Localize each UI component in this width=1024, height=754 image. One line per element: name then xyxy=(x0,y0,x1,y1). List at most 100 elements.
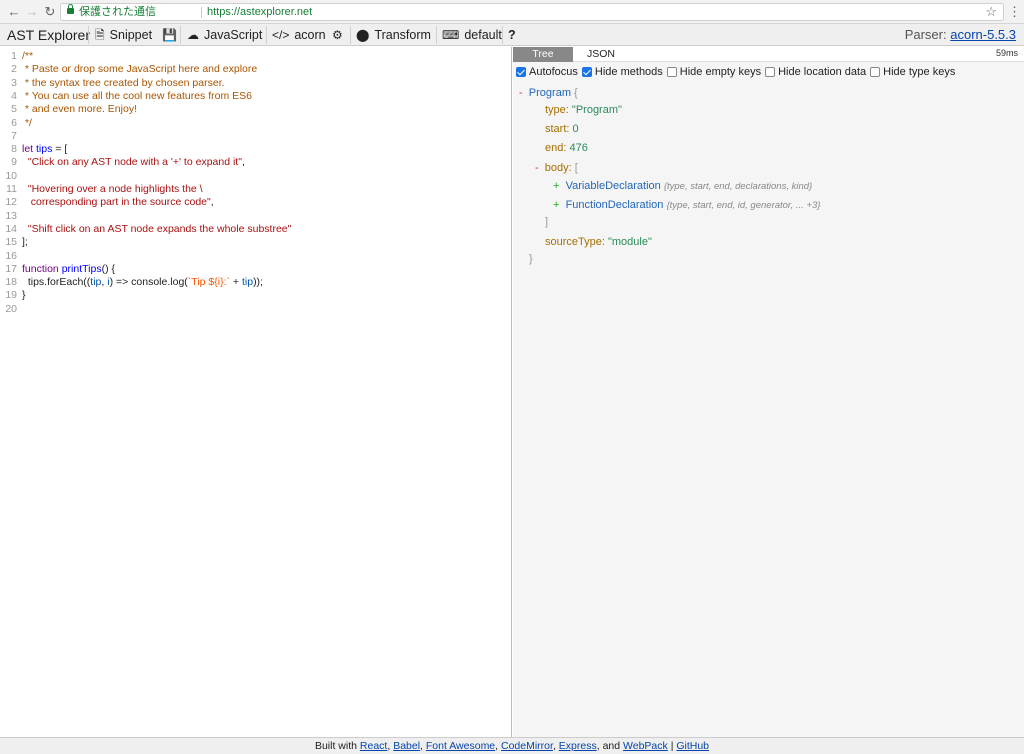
hide-location-data-checkbox[interactable] xyxy=(765,67,776,77)
browser-menu-icon[interactable]: ⋮ xyxy=(1008,4,1021,20)
tree-node-variable-declaration[interactable]: + VariableDeclaration {type, start, end,… xyxy=(553,179,812,193)
line-number: 2 xyxy=(11,63,17,76)
code-line[interactable]: 18 tips.forEach((tip, i) => console.log(… xyxy=(0,276,511,289)
code-text[interactable]: } xyxy=(22,289,26,302)
language-button[interactable]: ☁ JavaScript xyxy=(183,24,266,46)
footer-link-react[interactable]: React xyxy=(360,740,387,752)
parser-button[interactable]: </> acorn xyxy=(268,24,330,46)
forward-arrow-icon[interactable]: → xyxy=(24,4,40,20)
parser-settings-button[interactable]: ⚙ xyxy=(328,24,347,46)
code-line[interactable]: 9 "Click on any AST node with a '+' to e… xyxy=(0,156,511,169)
code-text[interactable]: * the syntax tree created by chosen pars… xyxy=(22,77,225,90)
line-number: 15 xyxy=(5,236,17,249)
code-line[interactable]: 17 function printTips() { xyxy=(0,263,511,276)
code-editor[interactable]: 1/** 2 * Paste or drop some JavaScript he… xyxy=(0,47,512,737)
back-arrow-icon[interactable]: ← xyxy=(6,4,22,20)
node-summary: {type, start, end, id, generator, ... +3… xyxy=(666,200,821,211)
code-line[interactable]: 2 * Paste or drop some JavaScript here a… xyxy=(0,63,511,76)
hide-type-keys-label: Hide type keys xyxy=(883,66,956,78)
code-line[interactable]: 13 xyxy=(0,210,511,223)
code-line[interactable]: 10 xyxy=(0,169,511,183)
code-text[interactable]: * and even more. Enjoy! xyxy=(22,103,137,116)
code-line[interactable]: 20 xyxy=(0,303,511,316)
close-bracket-text: ] xyxy=(545,216,549,228)
option-hide-location-data[interactable]: Hide location data xyxy=(765,66,866,78)
code-line[interactable]: 5 * and even more. Enjoy! xyxy=(0,103,511,116)
code-text[interactable]: ]; xyxy=(22,236,28,249)
footer-link-font-awesome[interactable]: Font Awesome xyxy=(426,740,495,752)
option-hide-empty-keys[interactable]: Hide empty keys xyxy=(666,66,761,78)
code-text[interactable]: function printTips() { xyxy=(22,263,115,276)
prop-value: "Program" xyxy=(571,104,622,116)
code-line[interactable]: 15]; xyxy=(0,236,511,249)
code-line[interactable]: 16 xyxy=(0,250,511,263)
tree-prop-body[interactable]: - body: [ xyxy=(535,161,578,175)
option-autofocus[interactable]: Autofocus xyxy=(516,66,578,78)
node-name[interactable]: Program xyxy=(529,87,571,99)
line-number: 9 xyxy=(11,156,17,169)
line-number: 10 xyxy=(5,169,17,182)
code-line[interactable]: 7 xyxy=(0,130,511,143)
code-line[interactable]: 11 "Hovering over a node highlights the … xyxy=(0,183,511,196)
footer-link-webpack[interactable]: WebPack xyxy=(623,740,668,752)
code-line[interactable]: 3 * the syntax tree created by chosen pa… xyxy=(0,77,511,90)
node-name[interactable]: FunctionDeclaration xyxy=(566,199,664,211)
footer-link-github[interactable]: GitHub xyxy=(676,740,709,752)
collapse-toggle[interactable]: - xyxy=(519,87,523,99)
code-text[interactable]: * Paste or drop some JavaScript here and… xyxy=(22,63,257,76)
tree-node-function-declaration[interactable]: + FunctionDeclaration {type, start, end,… xyxy=(553,198,820,212)
code-line[interactable]: 12 corresponding part in the source code… xyxy=(0,196,511,209)
address-bar[interactable]: 保護された通信 https://astexplorer.net ☆ xyxy=(60,3,1004,21)
code-text[interactable]: "Hovering over a node highlights the \ xyxy=(22,183,203,196)
toolbar-divider xyxy=(88,26,89,44)
hide-type-keys-checkbox[interactable] xyxy=(870,67,881,77)
keyboard-icon: ⌨ xyxy=(442,28,460,42)
snippet-button[interactable]: 🗎 Snippet xyxy=(91,24,156,46)
help-button[interactable]: ? xyxy=(504,24,520,46)
prop-key: type: xyxy=(545,104,569,116)
browser-chrome: ← → ↻ 保護された通信 https://astexplorer.net ☆ … xyxy=(0,0,1024,24)
option-hide-type-keys[interactable]: Hide type keys xyxy=(870,66,955,78)
code-line[interactable]: 19} xyxy=(0,289,511,302)
footer-link-express[interactable]: Express xyxy=(559,740,597,752)
line-number: 8 xyxy=(11,143,17,156)
transform-button[interactable]: ⬤ Transform xyxy=(352,24,435,46)
code-line[interactable]: 8 let tips = [ xyxy=(0,143,511,156)
bookmark-star-icon[interactable]: ☆ xyxy=(985,4,997,20)
node-name[interactable]: VariableDeclaration xyxy=(566,180,661,192)
reload-icon[interactable]: ↻ xyxy=(42,4,58,20)
code-text[interactable]: corresponding part in the source code", xyxy=(22,196,214,209)
code-text[interactable]: /** xyxy=(22,50,33,63)
tree-prop-end: end: 476 xyxy=(545,141,588,155)
code-text[interactable]: */ xyxy=(22,117,32,130)
save-button[interactable]: 💾 xyxy=(158,24,181,46)
code-line[interactable]: 1 /** xyxy=(0,50,511,63)
tab-tree[interactable]: Tree xyxy=(513,47,573,62)
code-text[interactable]: "Click on any AST node with a '+' to exp… xyxy=(22,156,245,169)
option-hide-methods[interactable]: Hide methods xyxy=(581,66,663,78)
keymap-button[interactable]: ⌨ default xyxy=(438,24,506,46)
hide-location-data-label: Hide location data xyxy=(778,66,867,78)
code-text[interactable]: * You can use all the cool new features … xyxy=(22,90,252,103)
code-line[interactable]: 14 "Shift click on an AST node expands t… xyxy=(0,223,511,236)
hide-empty-keys-checkbox[interactable] xyxy=(666,67,677,77)
code-text[interactable]: tips.forEach((tip, i) => console.log(`Ti… xyxy=(22,276,263,289)
footer-link-babel[interactable]: Babel xyxy=(393,740,420,752)
code-line[interactable]: 6 */ xyxy=(0,117,511,130)
tree-options: Autofocus Hide methods Hide empty keys H… xyxy=(513,63,1024,81)
tab-json[interactable]: JSON xyxy=(573,47,629,62)
tree-node-program[interactable]: - Program { xyxy=(519,86,578,100)
url-text[interactable]: https://astexplorer.net xyxy=(207,4,312,20)
parser-version-link[interactable]: acorn-5.5.3 xyxy=(950,27,1016,42)
node-summary: {type, start, end, declarations, kind} xyxy=(663,181,813,192)
code-line[interactable]: 4 * You can use all the cool new feature… xyxy=(0,90,511,103)
collapse-toggle[interactable]: - xyxy=(535,162,539,174)
expand-toggle[interactable]: + xyxy=(553,199,559,211)
code-text[interactable]: let tips = [ xyxy=(22,143,67,156)
autofocus-checkbox[interactable] xyxy=(516,67,526,77)
output-tabs: Tree JSON 59ms xyxy=(513,47,1024,62)
footer-link-codemirror[interactable]: CodeMirror xyxy=(501,740,553,752)
code-text[interactable]: "Shift click on an AST node expands the … xyxy=(22,223,292,236)
hide-methods-checkbox[interactable] xyxy=(581,67,592,77)
expand-toggle[interactable]: + xyxy=(553,180,559,192)
